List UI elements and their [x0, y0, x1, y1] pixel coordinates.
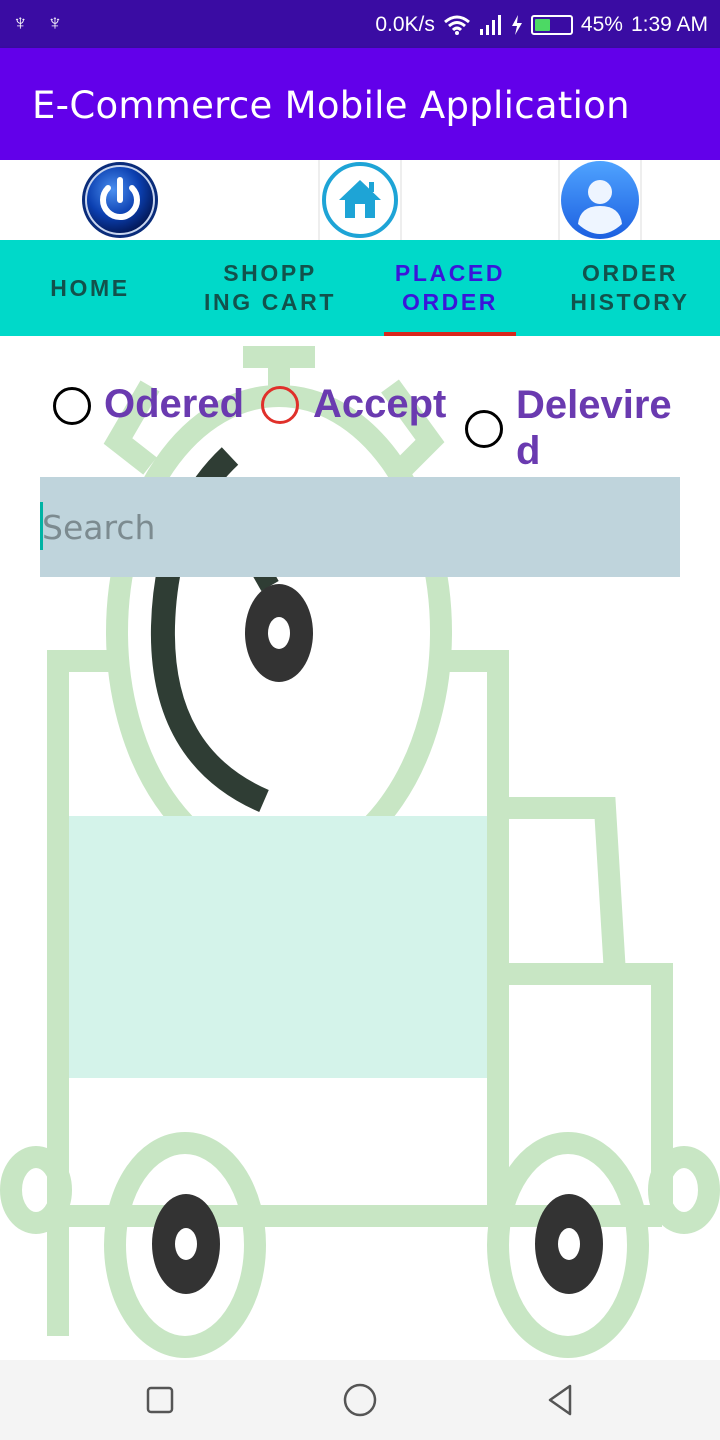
- radio-ordered[interactable]: [53, 387, 91, 425]
- icon-divider: [558, 160, 560, 240]
- radio-ordered-label[interactable]: Odered: [104, 382, 244, 427]
- tab-home[interactable]: HOME: [0, 240, 180, 336]
- power-icon: [82, 162, 158, 238]
- tab-bar: HOME SHOPP ING CART PLACED ORDER ORDER H…: [0, 240, 720, 336]
- radio-accept-label[interactable]: Accept: [313, 382, 446, 427]
- profile-button[interactable]: [559, 160, 641, 240]
- icon-row: [0, 160, 720, 240]
- signal-icon: [479, 15, 501, 35]
- system-nav-bar: [0, 1360, 720, 1440]
- charging-icon: [511, 15, 522, 35]
- radio-delivered[interactable]: [465, 410, 503, 448]
- usb-icon: ♆ ♆: [12, 10, 70, 35]
- user-profile-icon: [561, 161, 639, 239]
- power-button[interactable]: [79, 160, 161, 240]
- square-icon: [146, 1386, 174, 1414]
- search-input[interactable]: [40, 477, 680, 577]
- placed-order-content: Odered Accept Delevire d: [0, 336, 720, 1360]
- tab-order-history[interactable]: ORDER HISTORY: [540, 240, 720, 336]
- text-caret: [40, 502, 43, 550]
- status-right: 0.0K/s 45% 1:39 AM: [375, 12, 708, 38]
- tab-label: PLACED ORDER: [394, 260, 506, 315]
- tab-label: SHOPP ING CART: [204, 260, 336, 315]
- net-speed: 0.0K/s: [375, 13, 435, 36]
- wifi-icon: [443, 15, 470, 35]
- battery-icon: [530, 15, 573, 35]
- tab-label: ORDER HISTORY: [570, 260, 690, 315]
- battery-percent: 45%: [580, 13, 623, 36]
- icon-divider: [640, 160, 642, 240]
- home-icon: [322, 162, 398, 238]
- app-bar: E-Commerce Mobile Application: [0, 48, 720, 160]
- recents-button[interactable]: [138, 1378, 182, 1422]
- icon-divider: [318, 160, 320, 240]
- home-button[interactable]: [319, 160, 401, 240]
- radio-accept[interactable]: [261, 386, 299, 424]
- radio-delivered-label[interactable]: Delevire d: [516, 382, 706, 470]
- app-title: E-Commerce Mobile Application: [32, 84, 630, 127]
- clock: 1:39 AM: [630, 13, 708, 36]
- icon-divider: [400, 160, 402, 240]
- tab-shopping-cart[interactable]: SHOPP ING CART: [180, 240, 360, 336]
- tab-placed-order[interactable]: PLACED ORDER: [360, 240, 540, 336]
- back-button[interactable]: [538, 1378, 582, 1422]
- tab-label: HOME: [50, 274, 130, 301]
- search-box[interactable]: [40, 477, 680, 577]
- circle-icon: [343, 1383, 377, 1417]
- status-bar: ♆ ♆ 0.0K/s 45% 1:39 AM: [0, 0, 720, 48]
- home-nav-button[interactable]: [338, 1378, 382, 1422]
- back-triangle-icon: [548, 1384, 572, 1416]
